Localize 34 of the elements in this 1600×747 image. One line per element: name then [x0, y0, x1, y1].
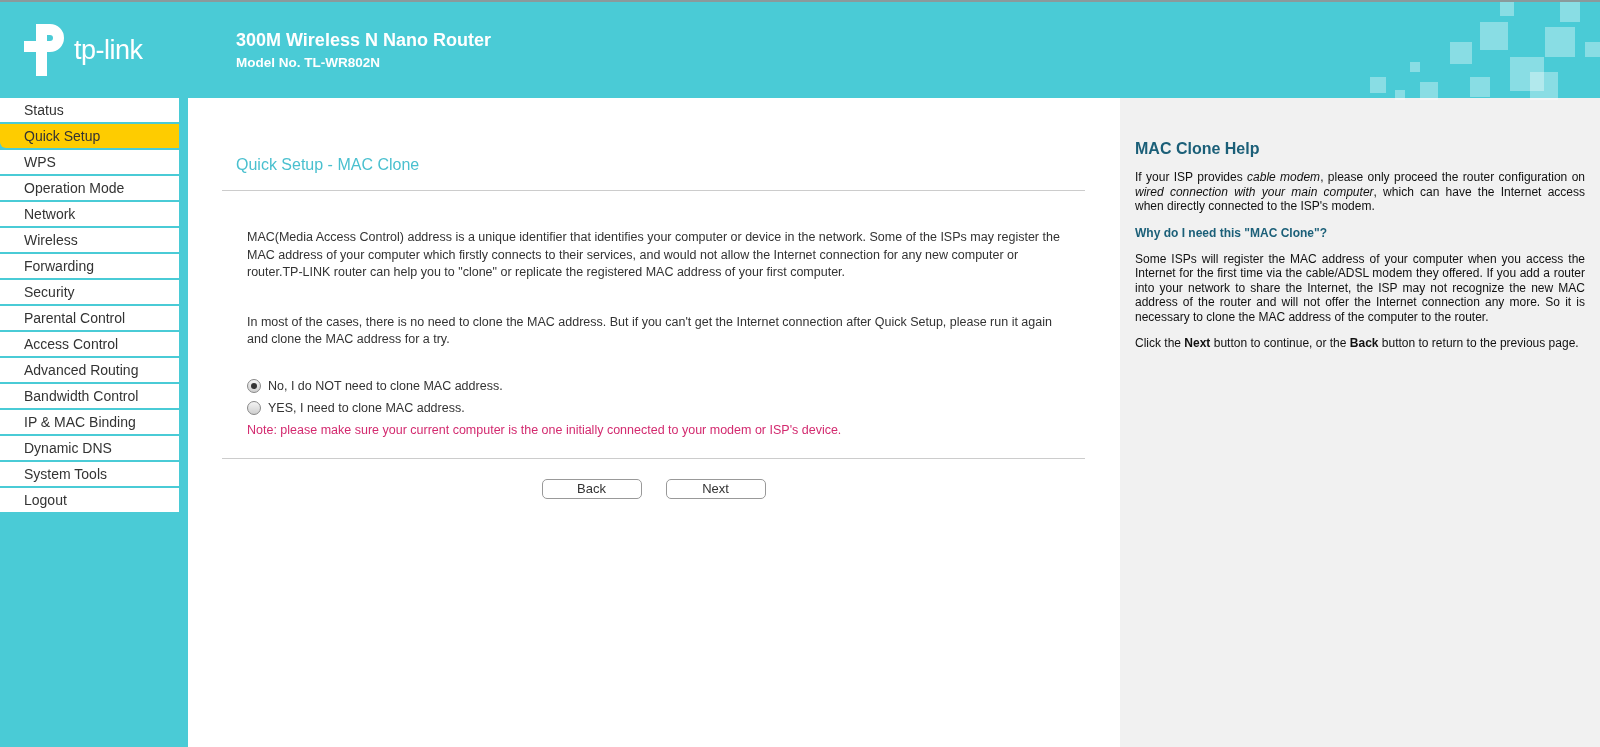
menu-item[interactable]: Wireless	[0, 228, 179, 252]
nav-button[interactable]: Back	[541, 478, 642, 499]
menu-item[interactable]: Access Control	[0, 332, 179, 356]
menu-item[interactable]: Forwarding	[0, 254, 179, 278]
logo-text: tp-link	[74, 34, 144, 66]
help-text: Some ISPs will register the MAC address of your computer when you access the Internet for the first time via the cable/ADSL modem they offered. If you add a router into your network to share the Internet, the ISP may not recognize the new MAC address of the router and will not offer the Internet connection any more. So it is necessary to clone the MAC address of the computer to the router.	[1135, 251, 1585, 324]
radio-button[interactable]	[247, 400, 261, 415]
menu-item[interactable]: Quick Setup	[0, 124, 179, 148]
menu-item[interactable]: WPS	[0, 150, 179, 174]
menu-item[interactable]: Bandwidth Control	[0, 384, 179, 408]
help-heading: Why do I need this "MAC Clone"?	[1135, 225, 1329, 240]
menu-item[interactable]: Parental Control	[0, 306, 179, 330]
menu-item[interactable]: Dynamic DNS	[0, 436, 179, 460]
radio-button[interactable]	[247, 378, 261, 393]
menu-item[interactable]: Security	[0, 280, 179, 304]
menu-item[interactable]: Logout	[0, 488, 179, 512]
help-title: MAC Clone Help	[1135, 140, 1261, 158]
menu-item[interactable]: Advanced Routing	[0, 358, 179, 382]
help-text: Click the Next button to continue, or the Back button to return to the previous page.	[1135, 336, 1580, 351]
nav-button[interactable]: Next	[665, 478, 766, 499]
menu-item[interactable]: IP & MAC Binding	[0, 410, 179, 434]
product-name: 300M Wireless N Nano Router	[236, 30, 491, 51]
description-text: MAC(Media Access Control) address is a unique identifier that identifies your computer or device in the network. Some of the ISPs may register the MAC address of your computer which firstly connects to their services, and would not allow the Internet connection for any new computer or router.TP-LINK router can help you to "clone" or replicate the registered MAC address of your first computer.	[247, 229, 1060, 281]
help-text: If your ISP provides cable modem, please only proceed the router configuration on wired connection with your main computer, which can have the Internet access when directly connected to the ISP's modem.	[1135, 170, 1585, 214]
description-text: In most of the cases, there is no need to clone the MAC address. But if you can't get the Internet connection after Quick Setup, please run it again and clone the MAC address for a try.	[247, 313, 1053, 348]
model-number: Model No. TL-WR802N	[236, 55, 381, 70]
menu-item[interactable]: Network	[0, 202, 179, 226]
menu-item[interactable]: Status	[0, 98, 179, 122]
radio-label: No, I do NOT need to clone MAC address.	[268, 378, 503, 393]
menu-item[interactable]: Operation Mode	[0, 176, 179, 200]
note-text: Note: please make sure your current computer is the one initially connected to your modem or ISP's device.	[247, 422, 843, 437]
radio-label: YES, I need to clone MAC address.	[268, 400, 465, 415]
menu-item[interactable]: System Tools	[0, 462, 179, 486]
page-title: Quick Setup - MAC Clone	[236, 156, 421, 175]
